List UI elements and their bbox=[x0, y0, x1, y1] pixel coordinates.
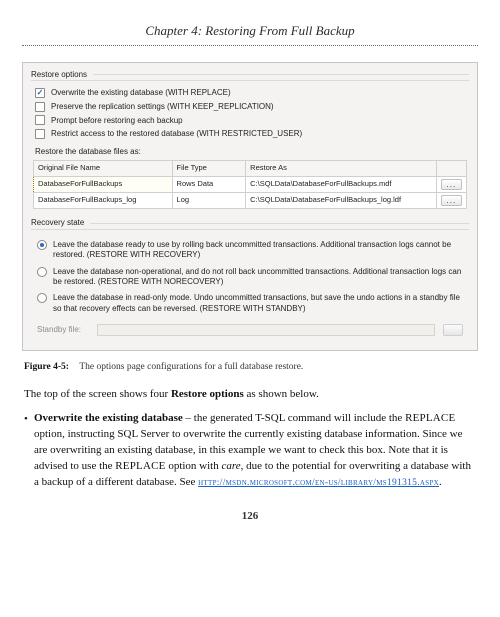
chapter-heading: Chapter 4: Restoring From Full Backup bbox=[22, 22, 478, 46]
intro-paragraph: The top of the screen shows four Restore… bbox=[24, 387, 476, 403]
browse-button[interactable]: ... bbox=[441, 195, 462, 206]
cell-file-name: DatabaseForFullBackups_log bbox=[34, 193, 173, 209]
radio-label: Leave the database ready to use by rolli… bbox=[53, 240, 467, 261]
table-row[interactable]: DatabaseForFullBackups Rows Data C:\SQLD… bbox=[34, 177, 467, 193]
radio-recovery[interactable]: Leave the database ready to use by rolli… bbox=[37, 240, 467, 261]
files-as-label: Restore the database files as: bbox=[35, 146, 467, 158]
cell-browse: ... bbox=[436, 177, 466, 193]
radio-norecovery[interactable]: Leave the database non-operational, and … bbox=[37, 267, 467, 288]
standby-file-row: Standby file: bbox=[37, 324, 463, 336]
checkbox-label: Restrict access to the restored database… bbox=[51, 128, 302, 140]
radio-icon bbox=[37, 293, 47, 303]
text: The top of the screen shows four bbox=[24, 388, 171, 400]
text: option with bbox=[166, 460, 222, 472]
checkbox-overwrite[interactable]: Overwrite the existing database (WITH RE… bbox=[35, 87, 467, 99]
recovery-state-group: Recovery state Leave the database ready … bbox=[31, 217, 469, 348]
figure-label: Figure 4-5: bbox=[24, 362, 69, 372]
checkbox-label: Overwrite the existing database (WITH RE… bbox=[51, 87, 231, 99]
table-header-row: Original File Name File Type Restore As bbox=[34, 161, 467, 177]
checkbox-label: Preserve the replication settings (WITH … bbox=[51, 101, 274, 113]
checkbox-label: Prompt before restoring each backup bbox=[51, 115, 183, 127]
options-screenshot-panel: Restore options Overwrite the existing d… bbox=[22, 62, 478, 351]
bullet-lead: Overwrite the existing database bbox=[34, 412, 183, 424]
bullet-marker: • bbox=[24, 412, 34, 491]
restore-files-table: Original File Name File Type Restore As … bbox=[33, 160, 467, 209]
keyword-replace: REPLACE bbox=[115, 460, 165, 472]
radio-label: Leave the database in read-only mode. Un… bbox=[53, 293, 467, 314]
checkbox-icon bbox=[35, 115, 45, 125]
cell-browse: ... bbox=[436, 193, 466, 209]
standby-file-label: Standby file: bbox=[37, 324, 97, 336]
standby-browse-button[interactable] bbox=[443, 324, 463, 336]
table-row[interactable]: DatabaseForFullBackups_log Log C:\SQLDat… bbox=[34, 193, 467, 209]
italic-care: care bbox=[221, 460, 240, 472]
radio-icon bbox=[37, 267, 47, 277]
radio-icon bbox=[37, 240, 47, 250]
msdn-link[interactable]: http://msdn.microsoft.com/en-us/library/… bbox=[198, 478, 439, 488]
cell-file-name: DatabaseForFullBackups bbox=[34, 177, 173, 193]
checkbox-icon bbox=[35, 102, 45, 112]
text: – the generated T-SQL command will inclu… bbox=[183, 412, 405, 424]
radio-standby[interactable]: Leave the database in read-only mode. Un… bbox=[37, 293, 467, 314]
col-browse bbox=[436, 161, 466, 177]
checkbox-icon bbox=[35, 88, 45, 98]
cell-file-type: Log bbox=[172, 193, 246, 209]
recovery-state-title: Recovery state bbox=[31, 217, 84, 229]
restore-options-title: Restore options bbox=[31, 69, 87, 81]
text: . bbox=[439, 476, 442, 488]
text: as shown below. bbox=[244, 388, 319, 400]
figure-text: The options page configurations for a fu… bbox=[79, 362, 303, 372]
keyword-replace: REPLACE bbox=[405, 412, 455, 424]
col-file-type: File Type bbox=[172, 161, 246, 177]
radio-label: Leave the database non-operational, and … bbox=[53, 267, 467, 288]
bullet-item: • Overwrite the existing database – the … bbox=[24, 411, 476, 491]
bullet-text: Overwrite the existing database – the ge… bbox=[34, 411, 476, 491]
col-original-file-name: Original File Name bbox=[34, 161, 173, 177]
cell-file-type: Rows Data bbox=[172, 177, 246, 193]
col-restore-as: Restore As bbox=[246, 161, 437, 177]
cell-restore-as: C:\SQLData\DatabaseForFullBackups_log.ld… bbox=[246, 193, 437, 209]
standby-file-input[interactable] bbox=[97, 324, 435, 336]
figure-caption: Figure 4-5: The options page configurati… bbox=[24, 361, 478, 375]
checkbox-keep-replication[interactable]: Preserve the replication settings (WITH … bbox=[35, 101, 467, 113]
restore-options-group: Restore options Overwrite the existing d… bbox=[31, 69, 469, 211]
page-number: 126 bbox=[22, 509, 478, 525]
browse-button[interactable]: ... bbox=[441, 179, 462, 190]
checkbox-restricted-user[interactable]: Restrict access to the restored database… bbox=[35, 128, 467, 140]
checkbox-prompt[interactable]: Prompt before restoring each backup bbox=[35, 115, 467, 127]
checkbox-icon bbox=[35, 129, 45, 139]
body-text: The top of the screen shows four Restore… bbox=[24, 387, 476, 491]
intro-bold: Restore options bbox=[171, 388, 244, 400]
cell-restore-as: C:\SQLData\DatabaseForFullBackups.mdf bbox=[246, 177, 437, 193]
group-rule bbox=[93, 74, 469, 75]
group-rule bbox=[90, 223, 469, 224]
